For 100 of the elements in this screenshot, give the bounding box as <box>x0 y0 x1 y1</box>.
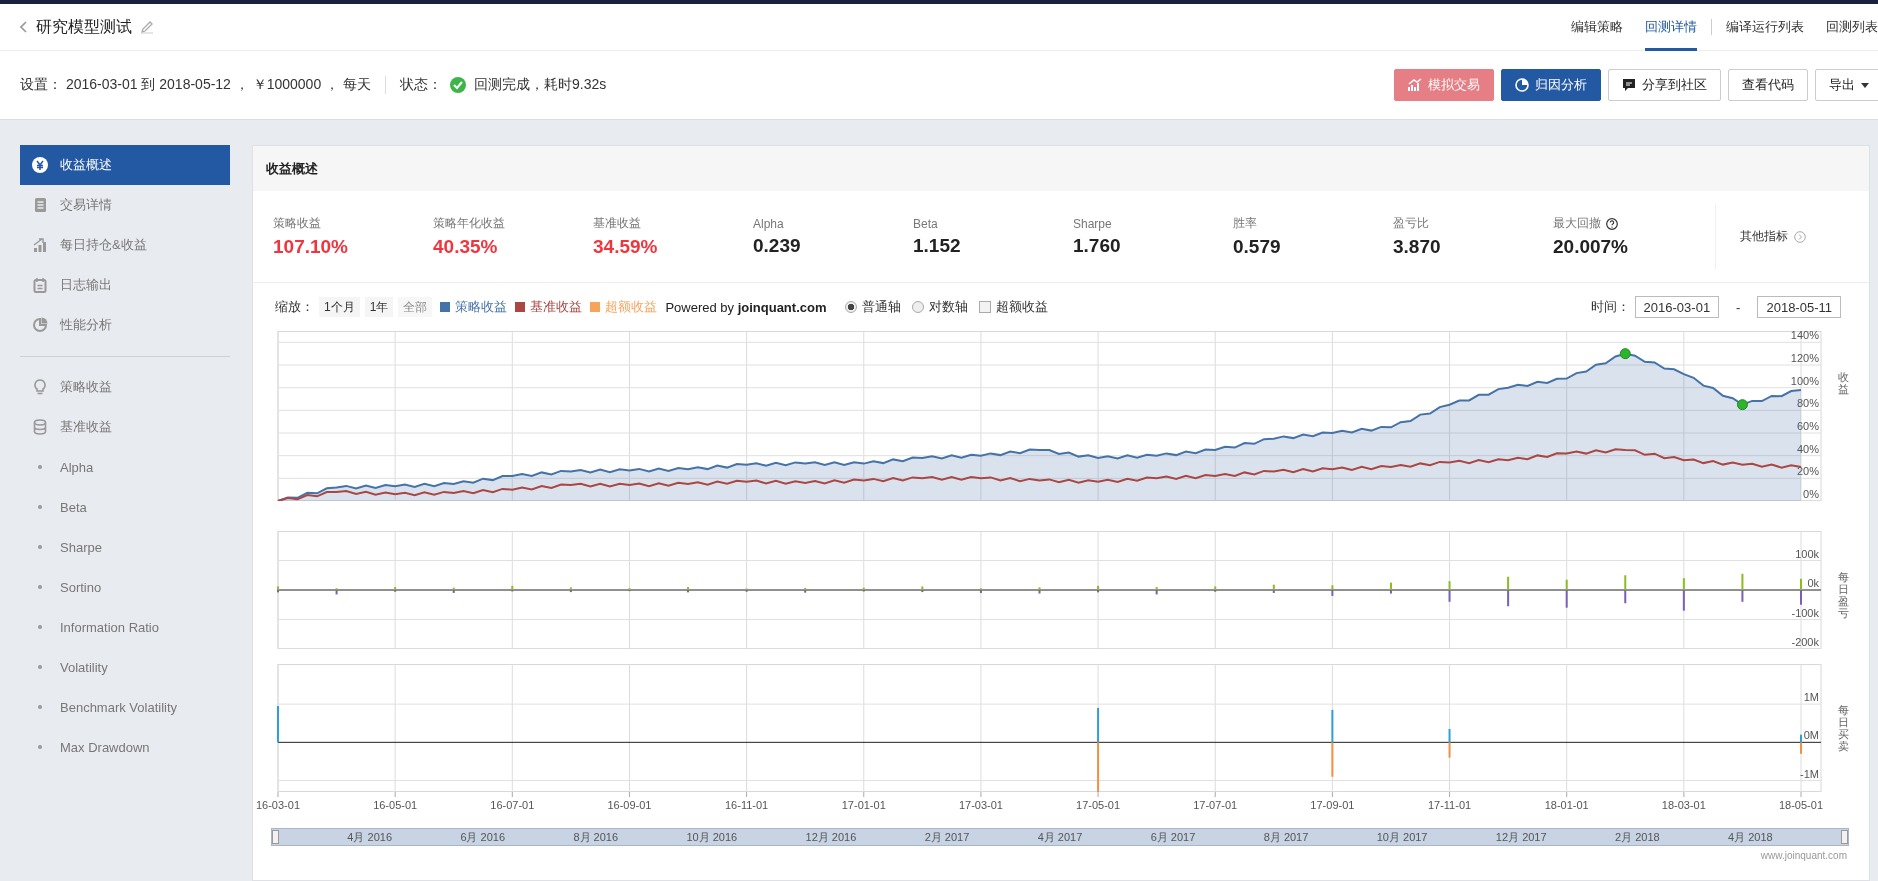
metric-label: Sharpe <box>1073 216 1112 231</box>
radio-button[interactable] <box>845 301 858 313</box>
navigator-label: 2月 2018 <box>1614 829 1660 845</box>
backtest-settings: 设置： 2016-03-01 到 2018-05-12 ， ￥1000000 ， 每天 <box>20 76 371 94</box>
time-label: 时间： <box>1590 298 1630 316</box>
drawdown-marker <box>1619 348 1631 360</box>
nav-tab[interactable]: 回测列表 <box>1826 3 1878 51</box>
sidebar-item[interactable]: 交易详情 <box>20 185 230 225</box>
sidebar-item[interactable]: 策略收益 <box>20 367 230 407</box>
action-button[interactable]: 分享到社区 <box>1608 69 1721 101</box>
bar-trend-icon <box>32 237 48 253</box>
axis-label: 16-03-01 <box>256 799 300 811</box>
legend-label[interactable]: 超额收益 <box>605 298 658 316</box>
radio-button[interactable] <box>912 301 925 313</box>
metric-label: Beta <box>913 216 938 231</box>
navigator-label: 2月 2017 <box>924 829 970 845</box>
range-navigator[interactable]: 4月 2016 6月 2016 8月 2016 10月 2016 12月 2016 2月 2017 4月 2017 6月 2017 8月 2017 10月 2017 12月 2017 2月 2018 4月 2018 <box>271 828 1849 846</box>
radio-label: 对数轴 <box>929 298 969 316</box>
credits-link[interactable]: www.joinquant.com <box>1760 850 1847 861</box>
navigator-label: 4月 2016 <box>347 829 392 845</box>
metric-value: 20.007% <box>1553 236 1629 258</box>
axis-label: 17-05-01 <box>1076 799 1121 811</box>
navigator-label: 12月 2016 <box>805 829 857 845</box>
axis-label: -200k <box>1791 636 1819 648</box>
navigator-label: 12月 2017 <box>1495 829 1547 845</box>
checkbox[interactable] <box>979 301 992 313</box>
navigator-label: 6月 2016 <box>460 829 506 845</box>
range-handle[interactable] <box>272 830 279 844</box>
range-handle[interactable] <box>1841 830 1848 844</box>
sidebar-item[interactable]: Alpha <box>20 447 230 487</box>
action-button[interactable]: 归因分析 <box>1501 69 1601 101</box>
axis-label: 18-05-01 <box>1779 799 1823 811</box>
more-metrics-link[interactable]: 其他指标 <box>1740 228 1806 245</box>
navigator-label: 6月 2017 <box>1150 829 1196 845</box>
axis-label: 0k <box>1807 577 1819 589</box>
sidebar-item[interactable]: 收益概述 <box>20 145 230 185</box>
sidebar-item[interactable]: Sortino <box>20 567 230 607</box>
panel-title: 收益概述 <box>266 159 318 178</box>
axis-label: 60% <box>1796 420 1819 432</box>
zoom-button[interactable]: 1个月 <box>319 297 360 317</box>
axis-label: 40% <box>1796 442 1819 455</box>
axis-label: 18-01-01 <box>1544 799 1589 811</box>
sidebar-item[interactable]: Beta <box>20 487 230 527</box>
pencil-icon[interactable] <box>140 20 154 34</box>
back-icon[interactable] <box>20 21 28 33</box>
axis-title: 每日买卖 <box>1838 704 1849 753</box>
range-separator: - <box>1736 299 1741 315</box>
nav-tab[interactable]: 编译运行列表 <box>1726 3 1804 51</box>
legend-label[interactable]: 策略收益 <box>455 298 508 316</box>
action-button[interactable]: 查看代码 <box>1728 69 1808 101</box>
zoom-label: 缩放： <box>275 298 314 316</box>
navigator-label: 8月 2016 <box>573 829 619 845</box>
metric-value: 1.760 <box>1073 234 1122 257</box>
yen-icon <box>32 157 48 173</box>
pie-chart-icon <box>1515 78 1529 92</box>
sidebar-item[interactable]: Max Drawdown <box>20 727 230 767</box>
axis-label: 16-07-01 <box>490 799 535 811</box>
export-button[interactable]: 导出 <box>1815 69 1878 101</box>
caret-icon <box>1861 82 1869 88</box>
checkbox-label: 超额收益 <box>996 298 1049 316</box>
axis-label: 140% <box>1790 331 1819 342</box>
date-field[interactable]: 2016-03-01 <box>1634 296 1720 318</box>
metric-label: 策略年化收益 <box>433 215 505 232</box>
axis-title: 收益 <box>1838 371 1849 396</box>
metric-label: 策略收益 <box>273 215 321 232</box>
navigator-label: 4月 2017 <box>1037 829 1083 845</box>
sidebar-item[interactable]: Benchmark Volatility <box>20 687 230 727</box>
axis-label: 100k <box>1795 547 1819 560</box>
drawdown-marker <box>1736 399 1748 411</box>
chevron-circle-icon <box>1794 230 1806 243</box>
sidebar-item[interactable]: 性能分析 <box>20 305 230 345</box>
sidebar-item[interactable]: 日志输出 <box>20 265 230 305</box>
legend-label[interactable]: 基准收益 <box>530 298 583 316</box>
axis-label: 16-11-01 <box>725 799 769 811</box>
metric-label: Alpha <box>753 216 784 231</box>
sidebar-item[interactable]: 基准收益 <box>20 407 230 447</box>
axis-label: 16-05-01 <box>373 799 418 811</box>
chat-icon <box>1622 78 1636 92</box>
database-icon <box>32 419 48 435</box>
metric-label: 基准收益 <box>593 215 641 232</box>
axis-label: -100k <box>1791 606 1819 619</box>
nav-tab[interactable]: 编辑策略 <box>1571 3 1623 51</box>
sidebar-item[interactable]: 每日持仓&收益 <box>20 225 230 265</box>
axis-label: 1M <box>1803 691 1819 704</box>
axis-label: 17-07-01 <box>1193 799 1238 811</box>
date-field[interactable]: 2018-05-11 <box>1757 296 1841 318</box>
zoom-button[interactable]: 1年 <box>364 297 394 317</box>
metric-label: 最大回撤 <box>1553 215 1601 232</box>
axis-label: 17-09-01 <box>1310 799 1355 811</box>
axis-label: 80% <box>1796 397 1819 410</box>
axis-label: 17-11-01 <box>1427 799 1472 811</box>
axis-label: 16-09-01 <box>607 799 652 811</box>
axis-label: -1M <box>1800 767 1819 780</box>
sidebar-item[interactable]: Sharpe <box>20 527 230 567</box>
sidebar-item[interactable]: Information Ratio <box>20 607 230 647</box>
axis-label: 0% <box>1803 488 1819 500</box>
nav-tab[interactable]: 回测详情 <box>1645 3 1697 51</box>
sidebar-item[interactable]: Volatility <box>20 647 230 687</box>
zoom-button[interactable]: 全部 <box>398 297 433 317</box>
navigator-label: 8月 2017 <box>1263 829 1309 845</box>
